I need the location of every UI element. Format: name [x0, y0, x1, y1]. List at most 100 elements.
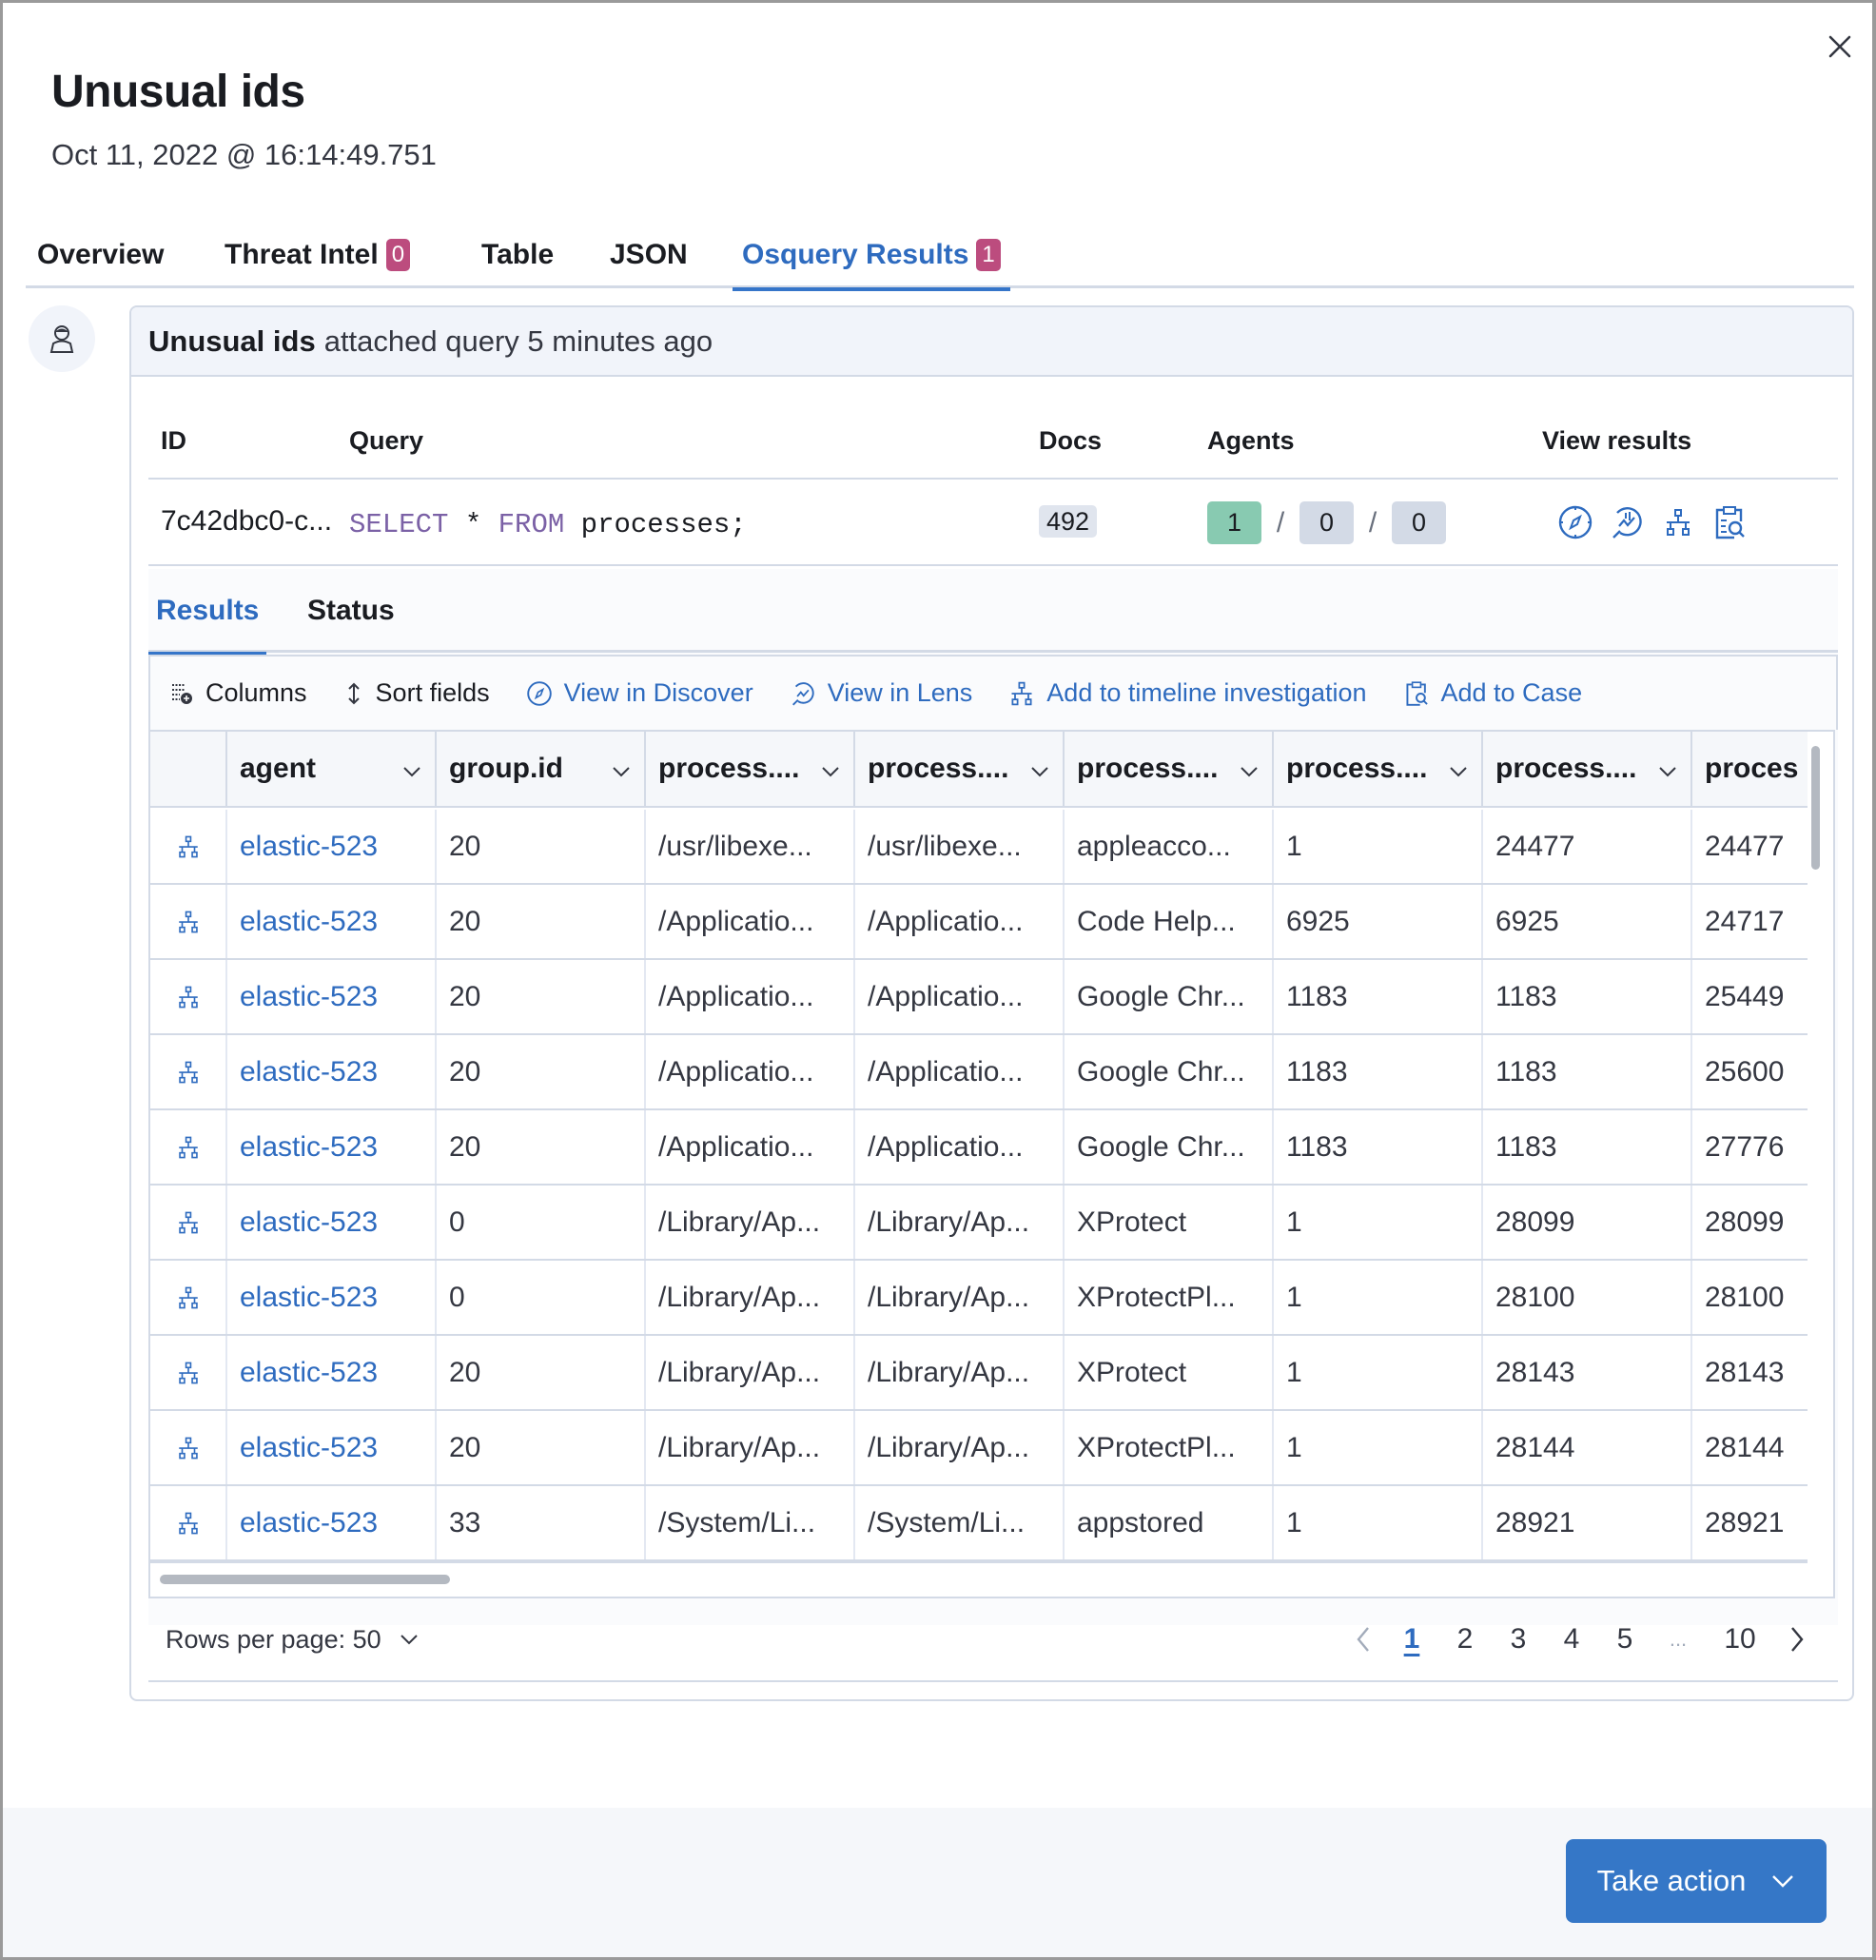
chevron-down-icon[interactable]	[612, 753, 631, 785]
investigate-in-timeline-icon[interactable]	[150, 1035, 227, 1108]
chevron-down-icon[interactable]	[1030, 753, 1049, 785]
chevron-down-icon[interactable]	[402, 753, 421, 785]
view-results-actions	[1556, 503, 1749, 541]
investigate-in-timeline-icon[interactable]	[150, 885, 227, 958]
tab-status[interactable]: Status	[307, 569, 395, 653]
col-view-results: View results	[1542, 426, 1692, 455]
page-button[interactable]: 10	[1705, 1623, 1775, 1656]
agent-link[interactable]: elastic-523	[227, 1411, 437, 1484]
grid-cell: /usr/libexe...	[855, 810, 1065, 883]
agent-link[interactable]: elastic-523	[227, 960, 437, 1033]
investigate-in-timeline-icon[interactable]	[150, 810, 227, 883]
grid-cell: 6925	[1274, 885, 1483, 958]
sort-fields-button[interactable]: Sort fields	[343, 678, 490, 708]
view-in-discover-link[interactable]: View in Discover	[526, 678, 753, 708]
view-in-discover-button[interactable]	[1556, 503, 1594, 541]
agent-link[interactable]: elastic-523	[227, 1261, 437, 1334]
add-to-case-link[interactable]: Add to Case	[1403, 678, 1582, 708]
next-page-button[interactable]	[1775, 1625, 1819, 1654]
agent-link[interactable]: elastic-523	[227, 1486, 437, 1559]
column-header[interactable]: process....	[646, 732, 855, 806]
column-header[interactable]: process....	[855, 732, 1065, 806]
rows-per-page-select[interactable]: Rows per page: 50	[166, 1625, 420, 1655]
previous-page-button[interactable]	[1341, 1625, 1385, 1654]
query-table-header: ID Query Docs Agents View results	[148, 379, 1838, 480]
investigate-in-timeline-icon[interactable]	[150, 1336, 227, 1409]
grid-cell: 1	[1274, 810, 1483, 883]
agent-link[interactable]: elastic-523	[227, 1110, 437, 1184]
investigate-in-timeline-icon[interactable]	[150, 1486, 227, 1559]
investigate-in-timeline-icon[interactable]	[150, 1110, 227, 1184]
add-to-case-button[interactable]	[1710, 503, 1749, 541]
grid-viewport: agent group.id process.... process.... proce…	[150, 732, 1808, 1561]
discover-icon	[526, 680, 552, 706]
add-to-timeline-link[interactable]: Add to timeline investigation	[1008, 678, 1367, 708]
tab-overview[interactable]: Overview	[37, 222, 164, 288]
tab-table[interactable]: Table	[481, 222, 554, 288]
query-token: processes;	[580, 509, 747, 540]
agent-link[interactable]: elastic-523	[227, 885, 437, 958]
agent-link[interactable]: elastic-523	[227, 810, 437, 883]
agent-link[interactable]: elastic-523	[227, 1336, 437, 1409]
investigate-in-timeline-icon[interactable]	[150, 1261, 227, 1334]
chevron-down-icon[interactable]	[821, 753, 840, 785]
agent-link[interactable]: elastic-523	[227, 1186, 437, 1259]
page-button[interactable]: 1	[1385, 1623, 1438, 1656]
column-header[interactable]: proces	[1692, 732, 1808, 806]
grid-cell: /Applicatio...	[646, 1035, 855, 1108]
table-row: elastic-523 20/Applicatio.../Applicatio..…	[150, 885, 1808, 960]
separator: /	[1276, 506, 1285, 539]
view-in-lens-button[interactable]	[1608, 503, 1646, 541]
column-header[interactable]: process....	[1274, 732, 1483, 806]
grid-cell: 1183	[1483, 960, 1692, 1033]
tab-label: Results	[156, 595, 260, 626]
pagination-bar: Rows per page: 50 1 2 3 4 5... 10	[148, 1598, 1838, 1682]
user-icon	[49, 325, 74, 353]
grid-cell: /System/Li...	[855, 1486, 1065, 1559]
investigate-in-timeline-icon[interactable]	[150, 1186, 227, 1259]
investigate-in-timeline-icon[interactable]	[150, 1411, 227, 1484]
column-header[interactable]: process....	[1483, 732, 1692, 806]
page-button[interactable]: 4	[1545, 1623, 1598, 1656]
chevron-down-icon[interactable]	[1449, 753, 1468, 785]
take-action-button[interactable]: Take action	[1566, 1839, 1827, 1923]
table-row: elastic-523 20/Library/Ap.../Library/Ap..…	[150, 1336, 1808, 1411]
close-button[interactable]	[1825, 31, 1855, 62]
close-icon	[1828, 35, 1851, 58]
table-row: elastic-523 33/System/Li.../System/Li... a…	[150, 1486, 1808, 1561]
chevron-down-icon[interactable]	[1658, 753, 1677, 785]
column-header[interactable]: agent	[227, 732, 437, 806]
chevron-down-icon[interactable]	[1240, 753, 1259, 785]
tab-osquery-results[interactable]: Osquery Results 1	[733, 222, 1010, 291]
grid-cell: 1	[1274, 1186, 1483, 1259]
page-button[interactable]: 5	[1598, 1623, 1651, 1656]
agent-link[interactable]: elastic-523	[227, 1035, 437, 1108]
col-id: ID	[161, 426, 186, 455]
column-header[interactable]: group.id	[437, 732, 646, 806]
grid-cell: /Library/Ap...	[646, 1261, 855, 1334]
results-data-grid: agent group.id process.... process.... proce…	[148, 730, 1835, 1598]
results-tab-bar: Results Status	[147, 569, 1838, 656]
investigate-in-timeline-icon[interactable]	[150, 960, 227, 1033]
tab-json[interactable]: JSON	[610, 222, 688, 288]
view-in-lens-link[interactable]: View in Lens	[790, 678, 972, 708]
page-button[interactable]: 3	[1492, 1623, 1545, 1656]
tab-threat-intel[interactable]: Threat Intel 0	[225, 222, 411, 288]
add-to-timeline-button[interactable]	[1659, 503, 1697, 541]
tab-results[interactable]: Results	[147, 569, 267, 656]
horizontal-scrollbar[interactable]	[160, 1575, 450, 1584]
grid-cell: /Library/Ap...	[855, 1411, 1065, 1484]
agents-status: 1 / 0 / 0	[1207, 501, 1446, 544]
columns-button[interactable]: Columns	[169, 678, 307, 708]
column-header-label: process....	[1286, 753, 1428, 784]
grid-cell: 20	[437, 1411, 646, 1484]
column-header-label: process....	[1077, 753, 1219, 784]
page-button[interactable]: 2	[1438, 1623, 1492, 1656]
grid-cell: 0	[437, 1186, 646, 1259]
grid-cell: 20	[437, 810, 646, 883]
column-header[interactable]: process....	[1065, 732, 1274, 806]
query-keyword: FROM	[498, 509, 565, 540]
vertical-scrollbar[interactable]	[1811, 746, 1820, 870]
column-header-label: proces	[1705, 753, 1799, 784]
grid-cell: 28144	[1692, 1411, 1808, 1484]
